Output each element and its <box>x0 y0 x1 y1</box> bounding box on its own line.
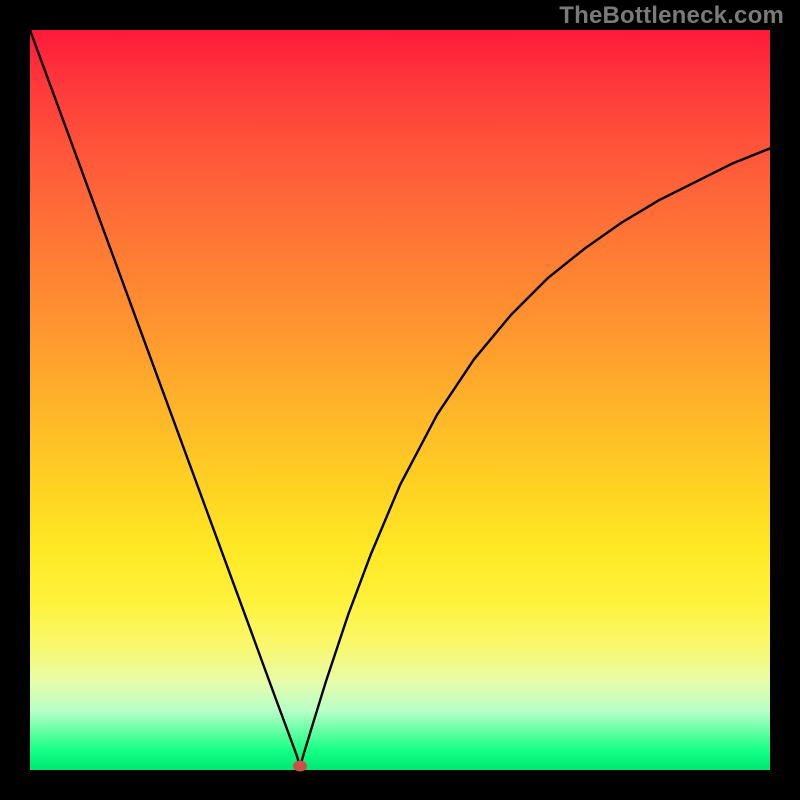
chart-stage: TheBottleneck.com <box>0 0 800 800</box>
watermark-text: TheBottleneck.com <box>559 2 784 30</box>
plot-area <box>30 30 770 770</box>
bottleneck-curve <box>30 30 770 766</box>
curve-svg <box>30 30 770 770</box>
optimal-point-marker <box>293 761 307 772</box>
